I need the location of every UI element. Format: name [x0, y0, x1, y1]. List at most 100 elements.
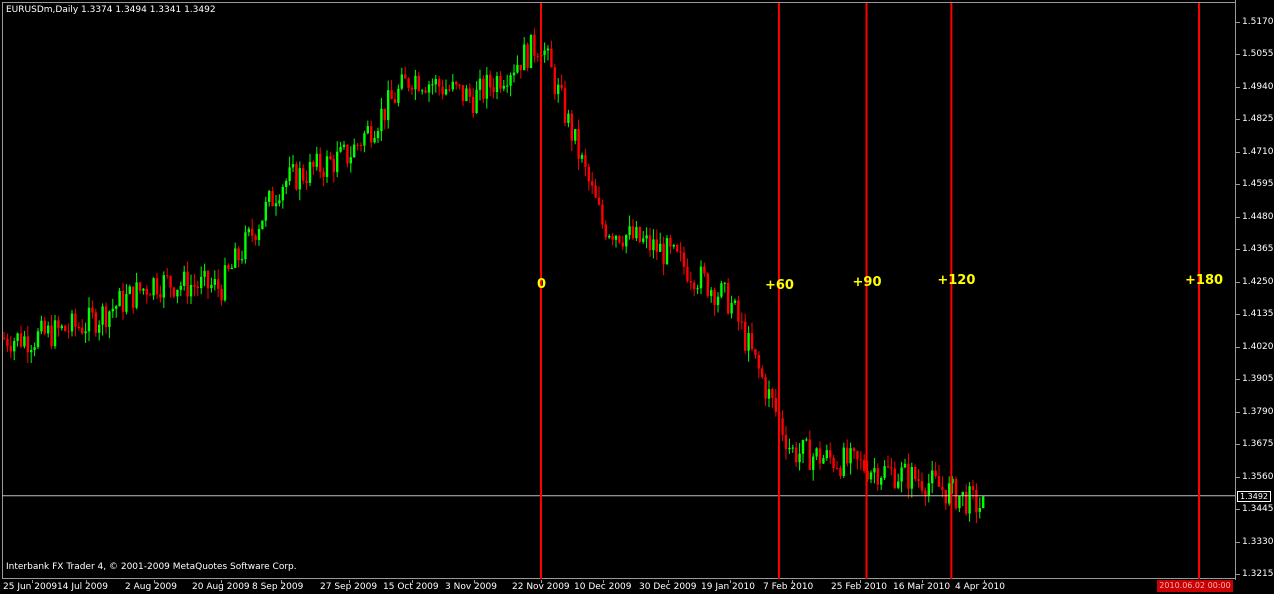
candle-body [135, 282, 138, 308]
date-label: 27 Sep 2009 [320, 582, 378, 592]
candle-body [169, 276, 172, 288]
candle-body [665, 238, 669, 265]
candle-body [924, 490, 927, 496]
candle-body [529, 34, 533, 69]
cycle-marker-label: +120 [937, 273, 976, 288]
candle-body [407, 78, 410, 88]
candle-body [257, 228, 261, 241]
candle-body [927, 483, 930, 496]
candle-body [489, 74, 492, 88]
candle-body [614, 235, 618, 240]
candle-body [393, 99, 397, 103]
candle-body [822, 458, 825, 464]
candle-body [495, 76, 499, 92]
candle-body [138, 282, 142, 291]
date-label: 4 Apr 2010 [955, 582, 1005, 592]
candle-body [268, 191, 271, 202]
candle-body [410, 87, 414, 90]
candle-body [509, 75, 512, 86]
candle-body [128, 286, 131, 294]
chart-title: EURUSDm,Daily 1.3374 1.3494 1.3341 1.349… [6, 5, 216, 15]
price-label: 1.3560 [1242, 471, 1274, 482]
candle-body [934, 470, 937, 477]
candle-body [94, 312, 97, 333]
time-scale[interactable]: 25 Jun 2009 14 Jul 2009 2 Aug 2009 20 Aug 2… [0, 580, 1274, 594]
candle-body [628, 226, 631, 236]
candle-body [53, 320, 57, 347]
cycle-marker-label: +90 [852, 275, 882, 290]
candle-body [193, 284, 196, 287]
date-label: 19 Jan 2010 [701, 582, 755, 592]
candle-body [291, 164, 295, 168]
candle-body [645, 235, 648, 239]
candle-body [601, 204, 604, 225]
candle-body [608, 235, 611, 238]
candle-body [325, 156, 329, 177]
candle-body [427, 84, 431, 93]
candle-body [757, 354, 760, 369]
candle-body [118, 290, 121, 307]
date-label: 20 Aug 2009 [192, 582, 250, 592]
candle-body [145, 288, 148, 295]
candle-body [958, 496, 961, 509]
candle-body [533, 34, 536, 56]
candle-body [264, 201, 267, 221]
candle-body [278, 200, 281, 204]
candle-body [387, 90, 390, 121]
candle-body [716, 296, 720, 306]
candle-body [971, 486, 975, 490]
candle-body [550, 48, 553, 68]
candle-body [703, 266, 706, 274]
candle-body [730, 302, 733, 314]
candle-body [308, 161, 312, 183]
candle-body [618, 235, 621, 243]
candle-body [676, 245, 679, 252]
candle-body [186, 271, 189, 297]
candle-body [764, 377, 767, 399]
price-tick [1236, 379, 1240, 381]
price-tick [1236, 346, 1240, 348]
candle-body [40, 320, 43, 332]
candle-body [254, 235, 257, 241]
candle-body [873, 468, 876, 473]
price-tick [1236, 541, 1240, 543]
price-tick [1236, 119, 1240, 121]
candle-body [808, 439, 811, 470]
candle-body [747, 333, 750, 351]
date-label: 7 Feb 2010 [763, 582, 814, 592]
candle-body [149, 294, 152, 296]
candle-body [835, 468, 839, 470]
date-label: 15 Oct 2009 [383, 582, 439, 592]
candle-body [706, 273, 709, 297]
candle-body [230, 267, 233, 270]
candle-body [536, 55, 539, 57]
candle-body [9, 346, 12, 352]
candle-body [883, 466, 886, 478]
candle-body [577, 129, 580, 159]
candle-body [183, 271, 186, 286]
candle-body [920, 480, 924, 491]
price-label: 1.3790 [1242, 406, 1274, 417]
candle-body [914, 467, 917, 480]
candle-body [298, 168, 301, 190]
candle-body [863, 459, 866, 471]
price-tick [1236, 476, 1240, 478]
price-tick [1236, 54, 1240, 56]
candle-body [288, 167, 291, 182]
candle-body [196, 286, 199, 289]
candle-body [672, 245, 675, 247]
candle-body [251, 228, 254, 236]
candle-body [84, 331, 87, 334]
chart-plot-area[interactable]: EURUSDm,Daily 1.3374 1.3494 1.3341 1.349… [0, 0, 1235, 580]
candle-body [546, 48, 550, 51]
candle-body [376, 131, 380, 138]
candle-body [801, 440, 805, 454]
candle-body [472, 96, 475, 113]
candle-body [876, 468, 879, 485]
candle-body [648, 235, 652, 251]
candle-body [400, 74, 403, 89]
candle-body [247, 228, 250, 233]
candle-body [152, 278, 155, 296]
candle-body [693, 282, 696, 290]
candle-body [982, 496, 985, 508]
